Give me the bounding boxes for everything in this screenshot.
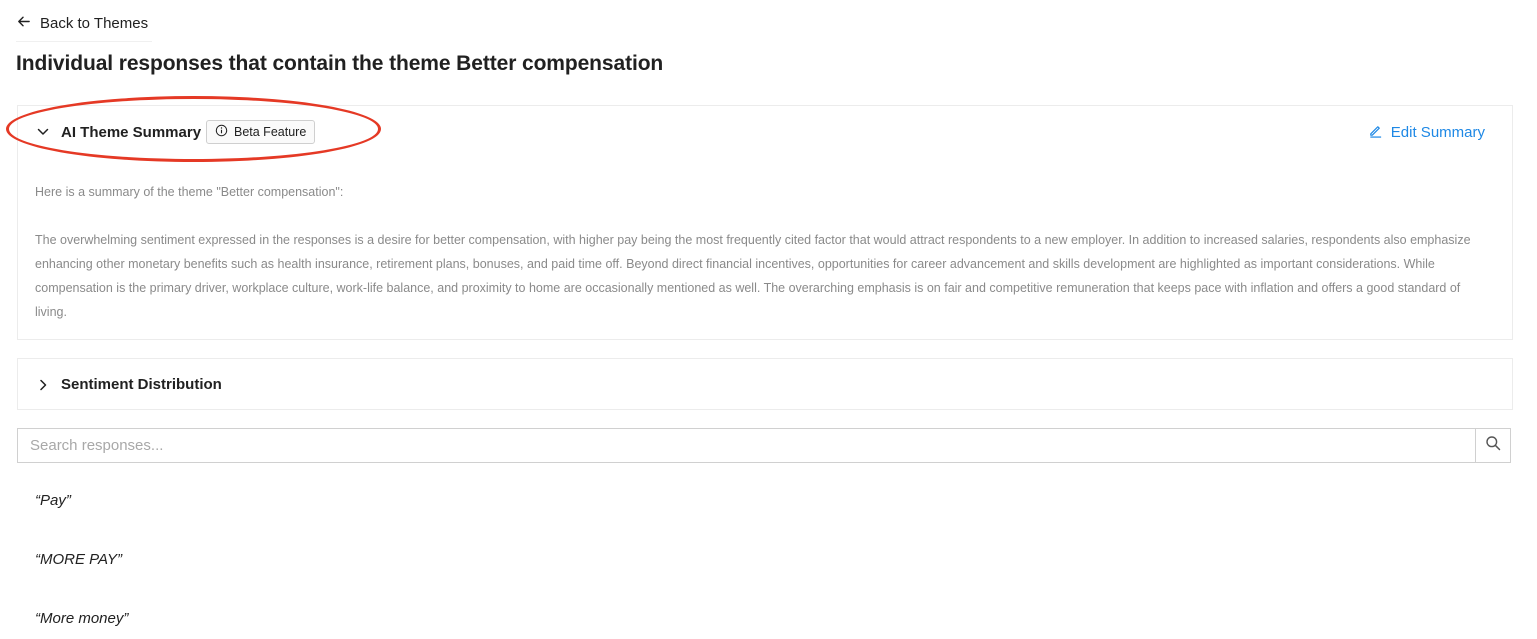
back-link-label: Back to Themes [40,15,149,32]
page-title: Individual responses that contain the th… [16,52,664,75]
pencil-icon [1368,123,1383,142]
beta-feature-badge[interactable]: Beta Feature [206,120,316,144]
response-item: “Pay” [35,492,71,509]
edit-summary-label: Edit Summary [1390,124,1485,141]
summary-text: Here is a summary of the theme "Better c… [35,180,1495,324]
sentiment-distribution-panel[interactable]: Sentiment Distribution [17,358,1513,410]
sentiment-distribution-title: Sentiment Distribution [61,376,222,393]
chevron-right-icon[interactable] [36,378,50,392]
ai-theme-summary-header[interactable]: AI Theme Summary Beta Feature Edit Summa… [18,106,1512,158]
edit-summary-button[interactable]: Edit Summary [1368,123,1485,142]
summary-paragraph: The overwhelming sentiment expressed in … [35,233,1471,319]
arrow-left-icon [16,14,31,33]
page: Back to Themes Individual responses that… [0,0,1537,639]
search-icon [1485,435,1501,456]
info-icon [215,124,228,140]
response-item: “MORE PAY” [35,551,122,568]
search-input[interactable] [18,429,1475,462]
search-bar [17,428,1511,463]
back-to-themes-link[interactable]: Back to Themes [16,14,152,42]
beta-badge-label: Beta Feature [234,125,307,139]
response-item: “More money” [35,610,129,627]
ai-theme-summary-panel: AI Theme Summary Beta Feature Edit Summa… [17,105,1513,340]
summary-intro: Here is a summary of the theme "Better c… [35,185,344,199]
ai-theme-summary-title: AI Theme Summary [61,124,202,141]
search-button[interactable] [1475,429,1510,462]
chevron-down-icon[interactable] [36,125,50,139]
